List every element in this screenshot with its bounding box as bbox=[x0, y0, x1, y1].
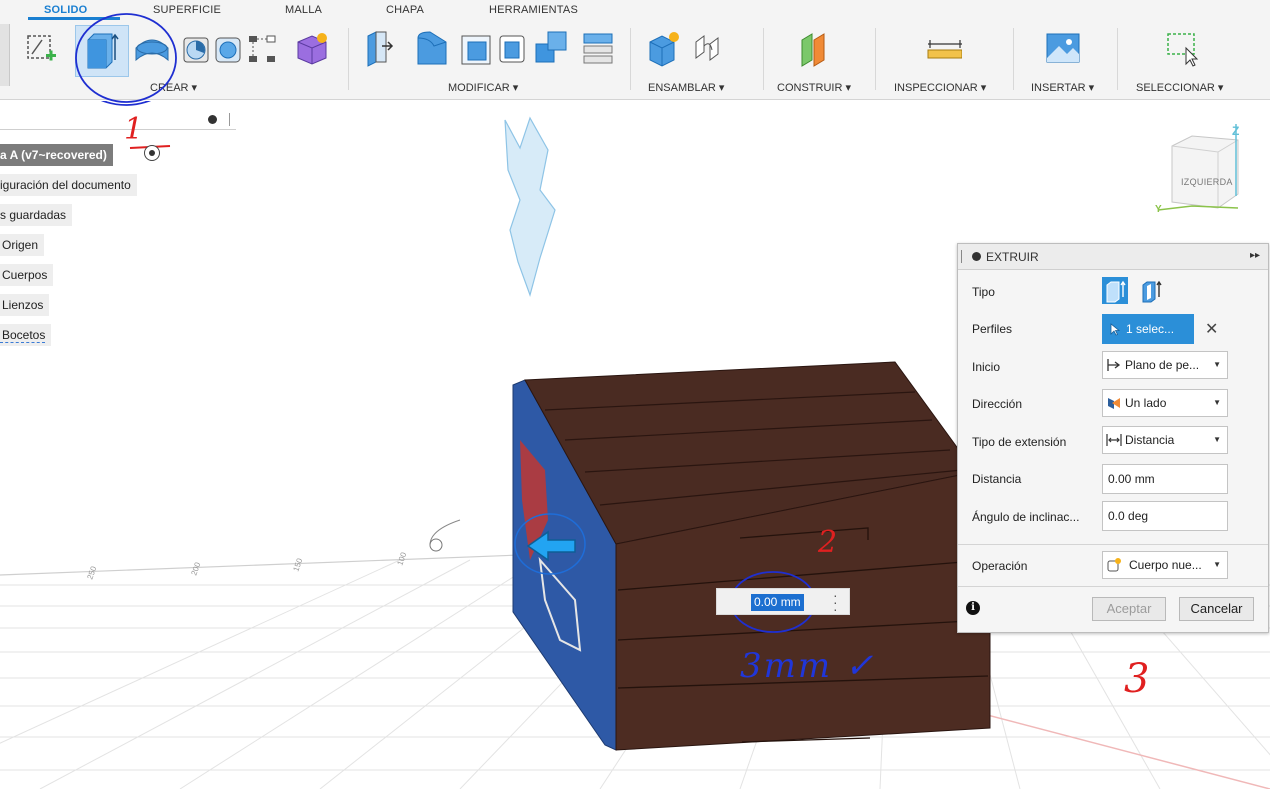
tree-root[interactable]: a A (v7~recovered) bbox=[0, 144, 113, 166]
label-inicio: Inicio bbox=[972, 360, 1001, 374]
separator bbox=[763, 28, 764, 90]
clear-selection-icon[interactable]: ✕ bbox=[1205, 319, 1218, 339]
extrude-dialog-header[interactable]: EXTRUIR ▸▸ bbox=[958, 244, 1268, 270]
type-thin-extrude-icon[interactable] bbox=[1138, 277, 1164, 304]
annotation-step-1: 1 bbox=[124, 112, 144, 147]
extrude-dialog: EXTRUIR ▸▸ Tipo Perfiles 1 selec... ✕ In… bbox=[957, 243, 1269, 633]
profile-selection-button[interactable]: 1 selec... bbox=[1102, 314, 1194, 344]
seleccionar-menu[interactable]: SELECCIONAR ▾ bbox=[1136, 81, 1223, 94]
separator bbox=[1013, 28, 1014, 90]
viewcube-face-label[interactable]: IZQUIERDA bbox=[1181, 177, 1233, 187]
browser-grip-icon[interactable] bbox=[229, 113, 230, 126]
separator bbox=[348, 28, 349, 90]
separator bbox=[875, 28, 876, 90]
divider bbox=[958, 586, 1268, 587]
fillet-icon[interactable] bbox=[414, 28, 450, 68]
loft-icon[interactable] bbox=[210, 28, 246, 68]
create-form-icon[interactable] bbox=[294, 28, 330, 68]
sketch-profile bbox=[504, 116, 556, 297]
modificar-menu[interactable]: MODIFICAR ▾ bbox=[448, 81, 518, 94]
label-operacion: Operación bbox=[972, 559, 1028, 573]
label-distancia: Distancia bbox=[972, 472, 1022, 486]
browser-header bbox=[0, 110, 236, 130]
insertar-menu[interactable]: INSERTAR ▾ bbox=[1031, 81, 1094, 94]
one-side-icon bbox=[1108, 398, 1120, 409]
more-options-icon[interactable]: · · · bbox=[833, 588, 838, 616]
split-body-icon[interactable] bbox=[580, 28, 616, 68]
construir-menu[interactable]: CONSTRUIR ▾ bbox=[777, 81, 851, 94]
chamfer-icon[interactable] bbox=[458, 28, 494, 68]
browser-pin-icon[interactable] bbox=[208, 115, 217, 124]
measure-icon[interactable] bbox=[926, 28, 962, 68]
annotation-circle-extrude bbox=[75, 13, 177, 103]
viewcube[interactable] bbox=[1152, 124, 1262, 224]
ensamblar-menu[interactable]: ENSAMBLAR ▾ bbox=[648, 81, 724, 94]
extent-type-dropdown[interactable]: Distancia ▼ bbox=[1102, 426, 1228, 454]
new-body-icon bbox=[1107, 558, 1121, 572]
expand-icon[interactable]: ▸▸ bbox=[1250, 250, 1260, 261]
tree-item-origin[interactable]: Origen bbox=[0, 234, 45, 256]
annotation-3mm: 3mm ✓ bbox=[740, 646, 876, 686]
joint-icon[interactable] bbox=[690, 28, 726, 68]
annotation-step-3: 3 bbox=[1124, 656, 1150, 702]
tab-herramientas[interactable]: HERRAMIENTAS bbox=[489, 4, 578, 16]
type-extrude-icon[interactable] bbox=[1102, 277, 1128, 304]
profile-plane-icon bbox=[1107, 359, 1121, 371]
cursor-icon bbox=[1110, 323, 1120, 336]
press-pull-icon[interactable] bbox=[362, 28, 398, 68]
dialog-grip-icon[interactable] bbox=[961, 250, 962, 263]
dialog-status-icon bbox=[972, 252, 981, 261]
insert-image-icon[interactable] bbox=[1045, 28, 1081, 68]
shell-icon[interactable] bbox=[494, 28, 530, 68]
rib-icon[interactable] bbox=[245, 28, 281, 68]
direction-dropdown[interactable]: Un lado ▼ bbox=[1102, 389, 1228, 417]
label-tipo: Tipo bbox=[972, 285, 995, 299]
operation-dropdown[interactable]: Cuerpo nue... ▼ bbox=[1102, 551, 1228, 579]
tree-item-named-views[interactable]: s guardadas bbox=[0, 204, 73, 226]
combine-icon[interactable] bbox=[534, 28, 570, 68]
ok-button[interactable]: Aceptar bbox=[1092, 597, 1166, 621]
offset-plane-icon[interactable] bbox=[796, 28, 832, 68]
svg-text:200: 200 bbox=[189, 561, 202, 577]
tree-item-sketches[interactable]: Bocetos bbox=[0, 324, 52, 346]
tree-item-canvases[interactable]: Lienzos bbox=[0, 294, 50, 316]
cancel-button[interactable]: Cancelar bbox=[1179, 597, 1254, 621]
inspeccionar-menu[interactable]: INSPECCIONAR ▾ bbox=[894, 81, 986, 94]
label-perfiles: Perfiles bbox=[972, 322, 1013, 336]
label-tipo-extension: Tipo de extensión bbox=[972, 435, 1067, 449]
dialog-title: EXTRUIR bbox=[986, 250, 1039, 264]
label-direccion: Dirección bbox=[972, 397, 1023, 411]
tree-item-bodies[interactable]: Cuerpos bbox=[0, 264, 54, 286]
tree-item-document-settings[interactable]: iguración del documento bbox=[0, 174, 137, 196]
start-dropdown[interactable]: Plano de pe... ▼ bbox=[1102, 351, 1228, 379]
separator bbox=[1117, 28, 1118, 90]
distance-field[interactable]: 0.00 mm bbox=[1102, 464, 1228, 494]
taper-angle-field[interactable]: 0.0 deg bbox=[1102, 501, 1228, 531]
svg-text:150: 150 bbox=[291, 557, 304, 573]
divider bbox=[958, 544, 1268, 545]
new-component-icon[interactable] bbox=[646, 28, 682, 68]
separator bbox=[630, 28, 631, 90]
distance-icon bbox=[1106, 434, 1122, 446]
canvas-distance-value[interactable]: 0.00 mm bbox=[751, 594, 804, 611]
svg-text:100: 100 bbox=[395, 551, 408, 567]
label-angulo: Ángulo de inclinac... bbox=[972, 510, 1080, 524]
annotation-step-2: 2 bbox=[818, 525, 838, 560]
axis-z-label: Z bbox=[1232, 124, 1240, 138]
active-component-radio-icon[interactable] bbox=[144, 145, 160, 161]
info-icon[interactable]: i bbox=[966, 601, 980, 615]
axis-y-label: Y bbox=[1155, 204, 1162, 215]
tab-malla[interactable]: MALLA bbox=[285, 4, 322, 16]
svg-text:250: 250 bbox=[85, 565, 98, 581]
select-window-icon[interactable] bbox=[1164, 28, 1200, 68]
canvas-distance-input[interactable]: 0.00 mm · · · bbox=[716, 588, 850, 616]
tab-chapa[interactable]: CHAPA bbox=[386, 4, 424, 16]
